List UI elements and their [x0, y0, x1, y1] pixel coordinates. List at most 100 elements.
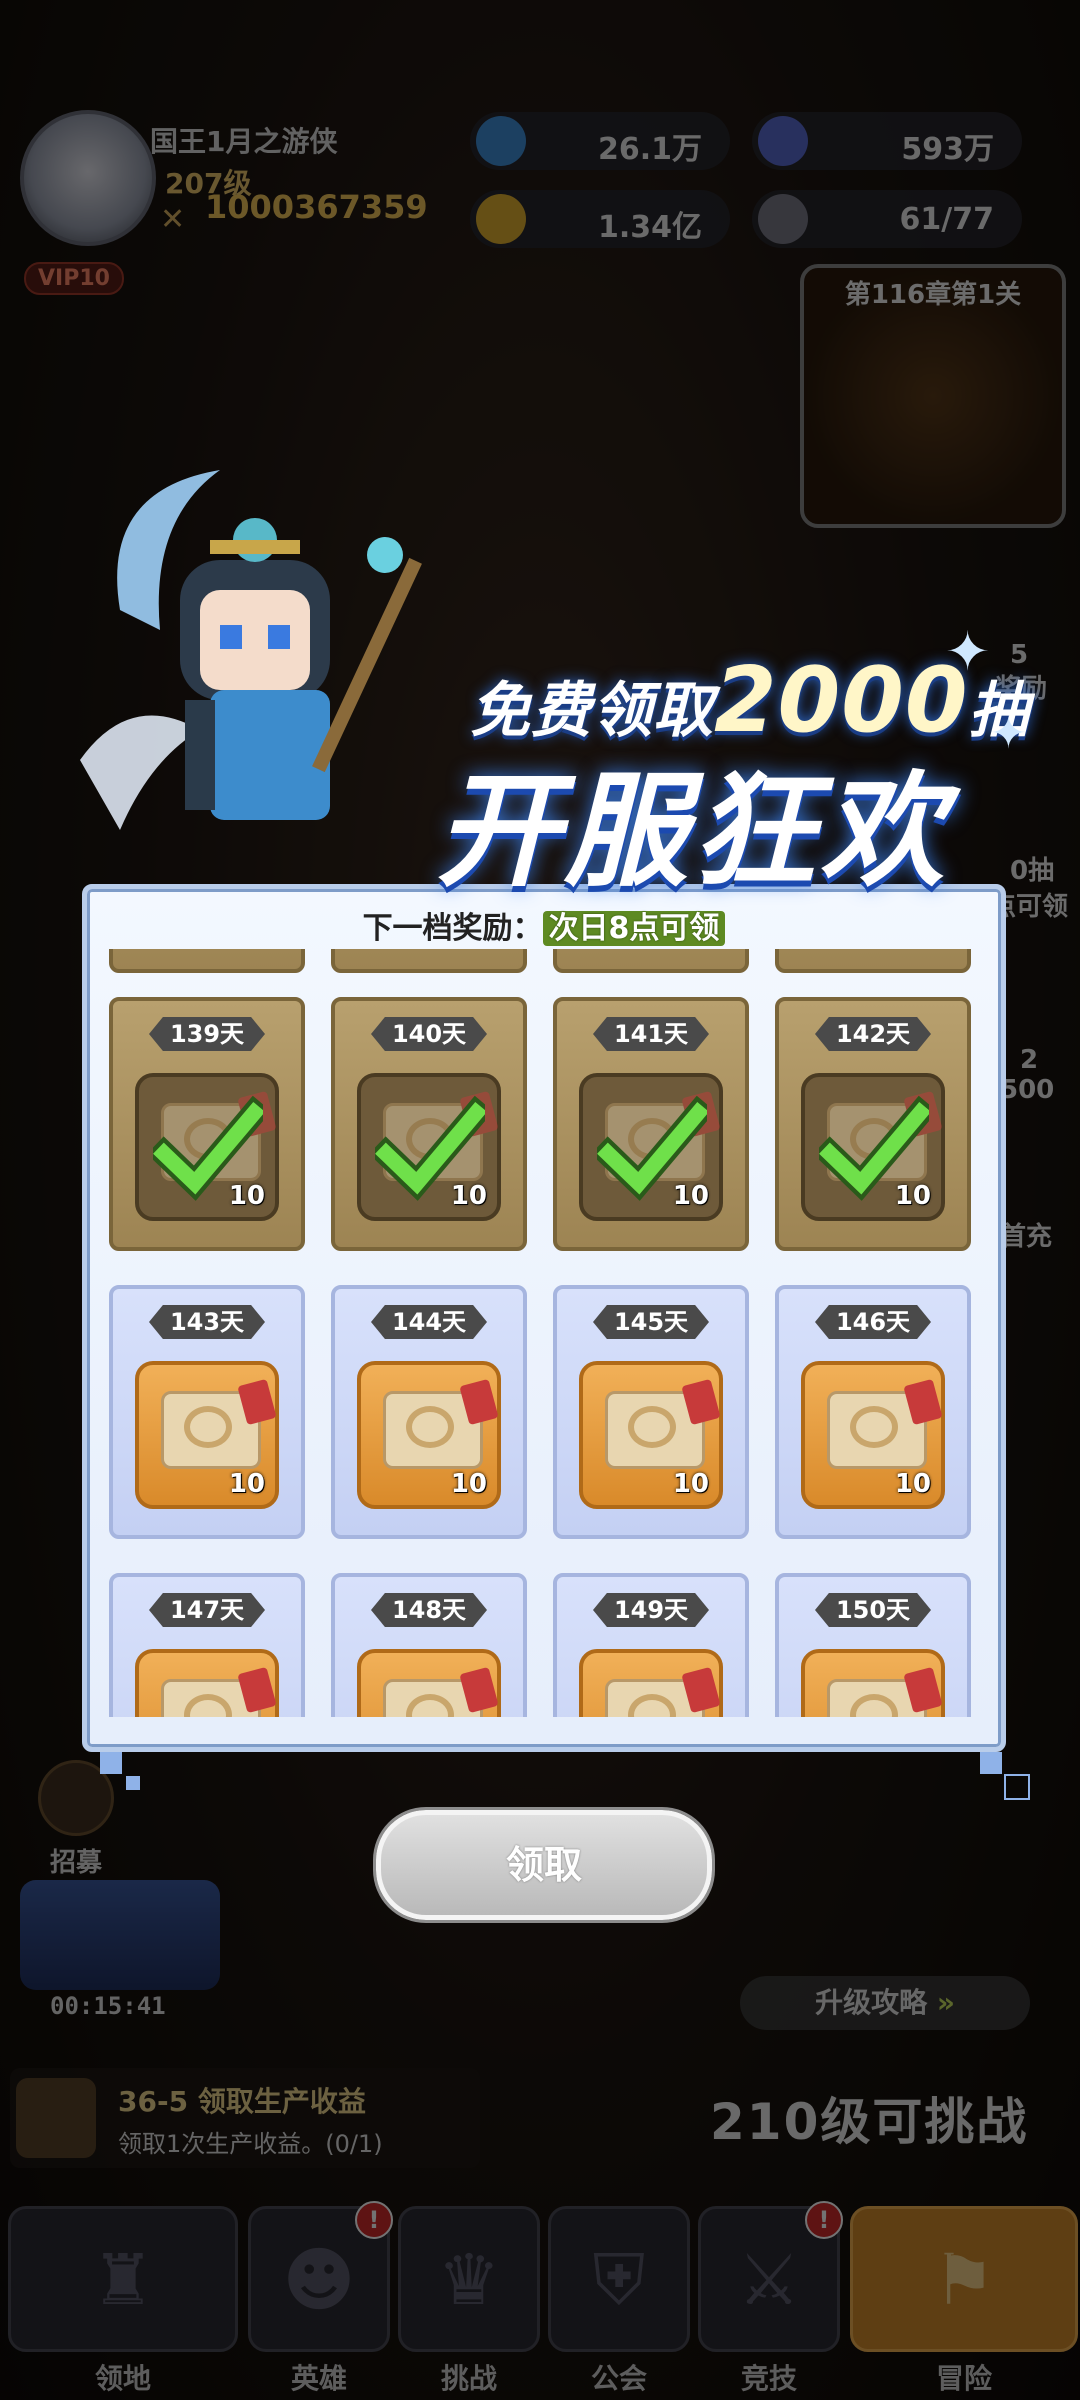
day-label: 141天 — [593, 1017, 709, 1051]
sword-icon: ✕ — [160, 202, 186, 237]
sparkle-icon: ✦ — [945, 620, 991, 683]
side-num: 2 — [1020, 1045, 1039, 1075]
resource-friends[interactable]: 61/77 — [752, 190, 1022, 248]
nav-label: 竞技 — [740, 2362, 797, 2395]
nav-heroes[interactable]: ☻ ! 英雄 — [248, 2201, 393, 2395]
nav-guild[interactable]: ⛨ 公会 — [548, 2206, 690, 2395]
reward-card[interactable]: 150天 10 — [775, 1573, 971, 1717]
quantity-label: 10 — [894, 1469, 931, 1499]
alert-badge: ! — [805, 2201, 843, 2239]
reward-card[interactable]: 149天 10 — [553, 1573, 749, 1717]
draw-ticket-icon: 10 — [135, 1649, 279, 1717]
ticket-icon — [605, 1378, 721, 1469]
reward-card[interactable]: 141天 10 — [553, 997, 749, 1251]
next-reward-time: 次日8点可领 — [542, 911, 726, 946]
banner-title: 开服狂欢 — [436, 760, 949, 904]
draw-ticket-icon: 10 — [579, 1649, 723, 1717]
sparkle-icon: ✦ — [990, 708, 1027, 759]
resource-value: 61/77 — [899, 202, 994, 237]
swords-icon: ⚔ — [737, 2239, 801, 2321]
reward-card[interactable]: 142天 10 — [775, 997, 971, 1251]
reward-card[interactable]: 139天 10 — [109, 997, 305, 1251]
ticket-icon — [827, 1666, 943, 1717]
next-reward-label: 下一档奖励： — [362, 911, 543, 946]
nav-arena[interactable]: ⚔ ! 竞技 — [698, 2201, 843, 2395]
day-label: 143天 — [149, 1305, 265, 1339]
draw-ticket-icon: 10 — [801, 1073, 945, 1221]
hero-icon: ☻ — [282, 2239, 356, 2321]
day-label: 142天 — [815, 1017, 931, 1051]
gold-icon — [476, 194, 526, 244]
resource-gold[interactable]: 1.34亿 — [470, 190, 730, 248]
upgrade-guide-label: 升级攻略 — [815, 1986, 928, 2019]
reward-card[interactable]: 144天 10 — [331, 1285, 527, 1539]
reward-grid[interactable]: 139天 10 140天 10 141天 10 142天 10 143天 10 144天 10 145天… — [87, 949, 1001, 1717]
hero-character-art — [80, 470, 422, 830]
quest-desc: 领取1次生产收益。(0/1) — [118, 2130, 383, 2158]
draw-ticket-icon: 10 — [357, 1649, 501, 1717]
castle-icon[interactable] — [20, 1880, 220, 1990]
ticket-icon — [605, 1666, 721, 1717]
resource-stamina[interactable]: 593万 — [752, 112, 1022, 170]
player-power: 1000367359 — [205, 188, 428, 226]
quantity-label: 10 — [672, 1469, 709, 1499]
vip-badge[interactable]: VIP10 — [24, 262, 124, 295]
ticket-icon — [161, 1378, 277, 1469]
stage-preview[interactable]: 第116章第1关 — [800, 264, 1066, 528]
nav-label: 领地 — [94, 2362, 151, 2395]
reward-card[interactable]: 140天 10 — [331, 997, 527, 1251]
draw-ticket-icon: 10 — [135, 1073, 279, 1221]
reward-card-partial — [331, 949, 527, 973]
draw-ticket-icon: 10 — [801, 1649, 945, 1717]
quest-title: 36-5 领取生产收益 — [118, 2085, 366, 2118]
side-draw-label[interactable]: 0抽 — [1010, 850, 1054, 887]
checkmark-icon — [597, 1095, 707, 1201]
day-label: 139天 — [149, 1017, 265, 1051]
day-label: 149天 — [593, 1593, 709, 1627]
quest-panel[interactable]: 36-5 领取生产收益 领取1次生产收益。(0/1) — [10, 2068, 480, 2168]
recruit-button[interactable]: 招募 — [36, 1760, 116, 1879]
nav-adventure[interactable]: ⚑ 冒险 — [850, 2206, 1078, 2395]
ticket-icon — [827, 1378, 943, 1469]
double-chevron-icon: » — [936, 1986, 955, 2019]
reward-card[interactable]: 148天 10 — [331, 1573, 527, 1717]
resource-value: 1.34亿 — [597, 210, 702, 245]
first-recharge-label[interactable]: 首充 — [1000, 1216, 1052, 1253]
alert-badge: ! — [355, 2201, 393, 2239]
ticket-icon — [383, 1378, 499, 1469]
bottom-nav: ♜ 领地 ☻ ! 英雄 ♛ 挑战 ⛨ 公会 ⚔ ! 竞技 ⚑ 冒险 — [0, 2196, 1080, 2400]
reward-card[interactable]: 147天 10 — [109, 1573, 305, 1717]
upgrade-guide-button[interactable]: 升级攻略 » — [740, 1976, 1030, 2030]
corner-decoration — [980, 1752, 1002, 1774]
draw-ticket-icon: 10 — [579, 1361, 723, 1509]
recruit-label: 招募 — [49, 1848, 102, 1878]
checkmark-icon — [375, 1095, 485, 1201]
corner-decoration — [1004, 1774, 1030, 1800]
day-label: 144天 — [371, 1305, 487, 1339]
avatar[interactable] — [20, 110, 156, 246]
nav-challenge[interactable]: ♛ 挑战 — [398, 2206, 540, 2395]
draw-ticket-icon: 10 — [357, 1361, 501, 1509]
nav-label: 英雄 — [290, 2362, 347, 2395]
draw-ticket-icon: 10 — [135, 1361, 279, 1509]
stamina-icon — [758, 116, 808, 166]
reward-card[interactable]: 146天 10 — [775, 1285, 971, 1539]
shield-icon: ⛨ — [592, 2239, 646, 2321]
reward-card[interactable]: 143天 10 — [109, 1285, 305, 1539]
resource-diamond[interactable]: 26.1万 — [470, 112, 730, 170]
side-num-2: 500 — [1000, 1075, 1055, 1105]
day-label: 150天 — [815, 1593, 931, 1627]
player-info[interactable]: 国王1月之游侠 207级 ✕ 1000367359 — [10, 110, 450, 250]
resource-value: 26.1万 — [597, 132, 702, 167]
nav-territory[interactable]: ♜ 领地 — [8, 2206, 238, 2395]
reward-card[interactable]: 145天 10 — [553, 1285, 749, 1539]
ticket-icon — [383, 1666, 499, 1717]
ticket-icon — [161, 1666, 277, 1717]
claim-button[interactable]: 领取 — [376, 1810, 712, 1920]
player-name: 国王1月之游侠 — [150, 125, 338, 158]
day-label: 140天 — [371, 1017, 487, 1051]
trophy-icon: ♛ — [437, 2239, 501, 2321]
reward-panel: 下一档奖励： 次日8点可领 139天 10 140天 10 141天 10 142天 10 143… — [82, 884, 1006, 1752]
checkmark-icon — [153, 1095, 263, 1201]
quest-icon — [16, 2078, 96, 2158]
